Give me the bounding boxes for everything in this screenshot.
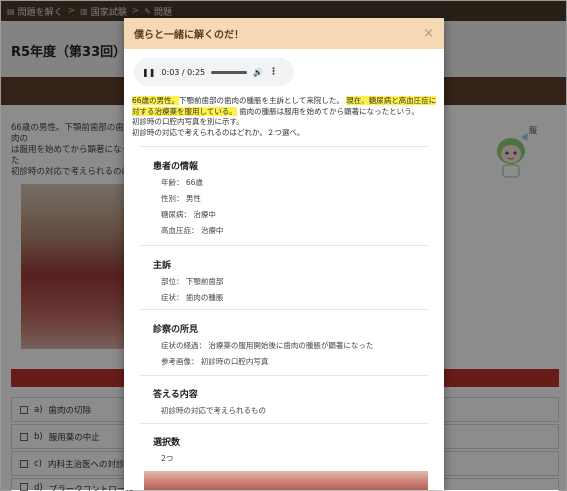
passage-text: 初診時の対応で考えられるのはどれか。２つ選べ。 bbox=[132, 127, 305, 137]
close-button[interactable]: × bbox=[423, 26, 434, 41]
passage-text: 下顎前歯部の歯肉の腫脹を主訴として来院した。 bbox=[179, 96, 344, 105]
modal-title: 僕らと一緒に解くのだ！ bbox=[134, 30, 244, 41]
divider bbox=[139, 423, 429, 424]
findings-section: 診察の所見 症状の経過： 治療薬の服用開始後に歯肉の腫脹が顕著になった 参考画像… bbox=[153, 322, 413, 373]
findings-course: 症状の経過： 治療薬の服用開始後に歯肉の腫脹が顕著になった bbox=[161, 341, 374, 350]
section-heading: 診察の所見 bbox=[153, 325, 199, 335]
passage-text: 初診時の口腔内写真を別に示す。 bbox=[132, 117, 244, 126]
audio-player: ❚❚ 0:03 / 0:25 🔊 ⋮ bbox=[134, 58, 294, 86]
divider bbox=[139, 245, 429, 246]
pause-icon[interactable]: ❚❚ bbox=[142, 68, 155, 77]
divider bbox=[139, 309, 429, 310]
section-heading: 主訴 bbox=[153, 261, 172, 271]
complaint-section: 主訴 部位： 下顎前歯部 症状： 歯肉の腫脹 bbox=[153, 258, 413, 309]
explanation-modal: 僕らと一緒に解くのだ！ × ❚❚ 0:03 / 0:25 🔊 ⋮ 66歳の男性。… bbox=[124, 18, 444, 490]
answer-section: 答える内容 初診時の対応で考えられるもの bbox=[153, 387, 413, 422]
question-passage: 66歳の男性。下顎前歯部の歯肉の腫脹を主訴として来院した。 現在、糖尿病と高血圧… bbox=[132, 96, 437, 138]
info-hypertension: 高血圧症： 治療中 bbox=[161, 226, 224, 235]
complaint-site: 部位： 下顎前歯部 bbox=[161, 277, 224, 286]
divider bbox=[139, 375, 429, 376]
info-diabetes: 糖尿病： 治療中 bbox=[161, 210, 216, 219]
info-sex: 性別： 男性 bbox=[161, 194, 201, 203]
modal-oral-photo bbox=[144, 471, 428, 490]
findings-reference: 参考画像： 初診時の口腔内写真 bbox=[161, 357, 269, 366]
patient-info-section: 患者の情報 年齢： 66歳 性別： 男性 糖尿病： 治療中 高血圧症： 治療中 bbox=[153, 159, 413, 242]
more-options-icon[interactable]: ⋮ bbox=[269, 67, 278, 77]
audio-progress-slider[interactable] bbox=[211, 70, 248, 74]
divider bbox=[139, 146, 429, 147]
count-section: 選択数 2つ bbox=[153, 435, 413, 470]
section-heading: 選択数 bbox=[153, 438, 181, 448]
section-heading: 患者の情報 bbox=[153, 162, 199, 172]
passage-text: 歯肉の腫脹は服用を始めてから顕著になったという。 bbox=[239, 106, 419, 116]
count-value: 2つ bbox=[161, 454, 174, 463]
info-age: 年齢： 66歳 bbox=[161, 178, 203, 187]
answer-content: 初診時の対応で考えられるもの bbox=[161, 406, 266, 415]
volume-icon[interactable]: 🔊 bbox=[253, 68, 263, 77]
audio-time: 0:03 / 0:25 bbox=[161, 67, 206, 77]
modal-header: 僕らと一緒に解くのだ！ × bbox=[124, 18, 444, 49]
section-heading: 答える内容 bbox=[153, 390, 198, 400]
highlighted-text: 66歳の男性。 bbox=[132, 96, 180, 105]
complaint-symptom: 症状： 歯肉の腫脹 bbox=[161, 293, 224, 302]
